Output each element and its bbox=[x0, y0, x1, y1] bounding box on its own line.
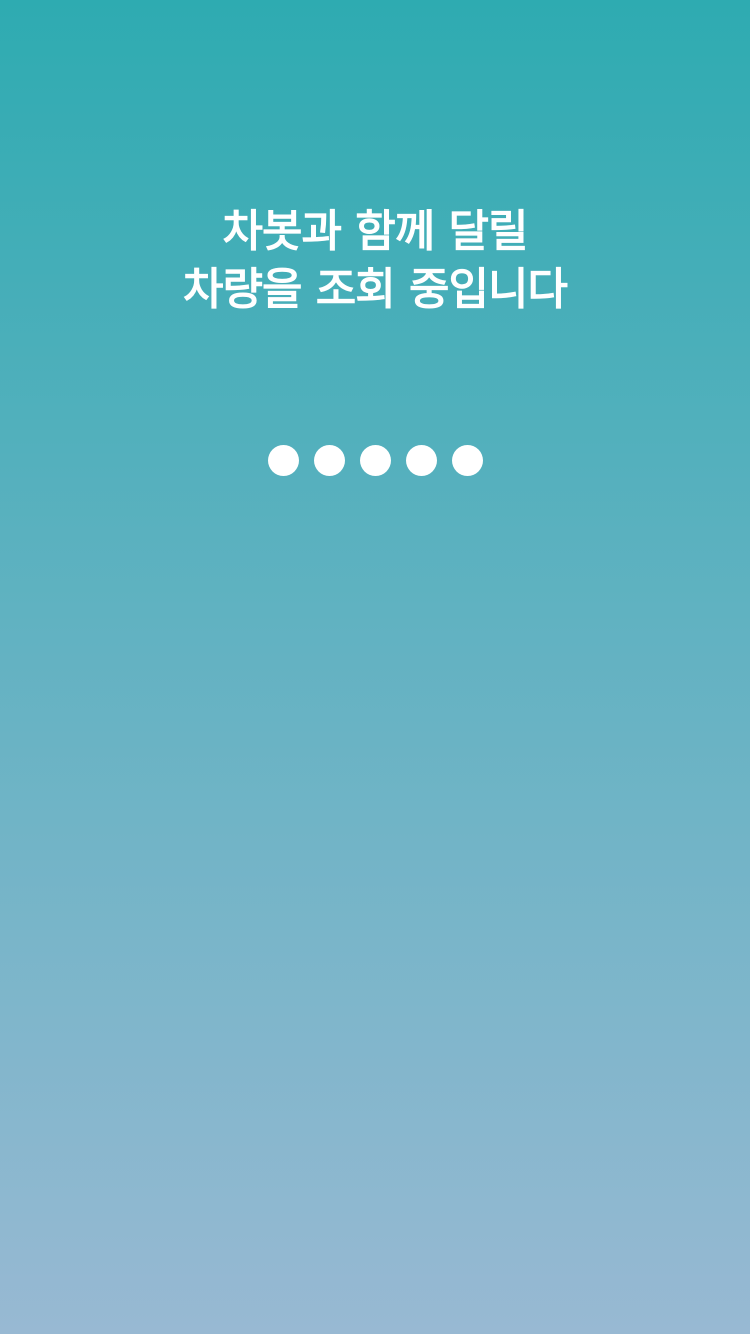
loading-dot-1 bbox=[267, 445, 299, 476]
loading-message-line-1: 차봇과 함께 달릴 bbox=[222, 206, 529, 257]
loading-dot-5 bbox=[451, 445, 483, 476]
loading-dot-3 bbox=[359, 445, 391, 476]
loading-screen: 차봇과 함께 달릴 차량을 조회 중입니다 bbox=[0, 0, 750, 1334]
loading-message: 차봇과 함께 달릴 차량을 조회 중입니다 bbox=[0, 203, 750, 319]
loading-message-line-2: 차량을 조회 중입니다 bbox=[183, 264, 568, 315]
loading-dot-4 bbox=[405, 445, 437, 476]
loading-dot-2 bbox=[313, 445, 345, 476]
loading-indicator bbox=[0, 445, 750, 476]
